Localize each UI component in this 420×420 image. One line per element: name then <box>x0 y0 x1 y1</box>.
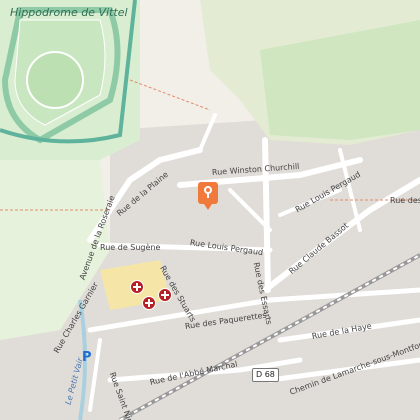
map-base-layer <box>0 0 420 420</box>
street-label-rue-des: Rue des <box>390 196 420 205</box>
hippodrome-label: Hippodrome de Vittel <box>10 6 128 19</box>
street-label-sugene: Rue de Sugène <box>100 243 161 252</box>
map-canvas[interactable]: Hippodrome de Vittel Rue Winston Churchi… <box>0 0 420 420</box>
health-cross-icon[interactable] <box>158 288 172 302</box>
route-shield-d68: D 68 <box>252 368 279 382</box>
location-pin-tail <box>207 193 209 198</box>
parking-icon[interactable]: P <box>82 350 92 365</box>
health-cross-icon[interactable] <box>130 280 144 294</box>
health-cross-icon[interactable] <box>142 296 156 310</box>
location-pin-icon[interactable] <box>198 182 218 210</box>
